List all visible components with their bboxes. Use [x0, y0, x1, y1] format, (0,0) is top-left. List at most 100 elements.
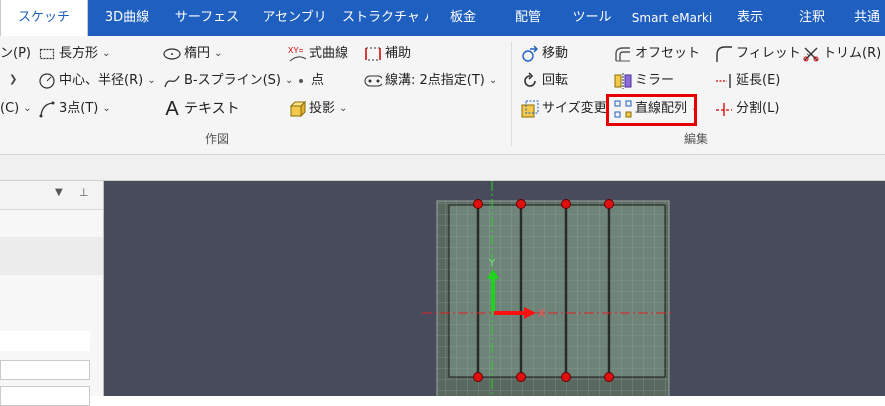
mirror-icon — [614, 72, 632, 90]
3d-viewport[interactable]: Y X — [104, 181, 885, 396]
ribbon-tab-bar: スケッチ 3D曲線 サーフェス アセンブリ ストラクチャ パ 板金 配管 ツール… — [0, 0, 885, 37]
slot-icon — [364, 72, 382, 90]
chevron-down-icon: ⌄ — [102, 48, 111, 59]
tab-3d-curve[interactable]: 3D曲線 — [87, 0, 167, 36]
construction-button[interactable]: 補助 — [364, 43, 411, 65]
split-button[interactable]: 分割(L) — [715, 98, 779, 120]
arc-three-point-label: 3点(T) — [59, 101, 99, 116]
line-sketch-label: 線溝: 2点指定(T) — [385, 73, 485, 88]
formula-curve-button[interactable]: XY= 式曲線 — [288, 43, 348, 65]
mirror-label: ミラー — [635, 73, 675, 88]
tab-sheet-metal[interactable]: 板金 — [428, 0, 498, 36]
chevron-down-icon: ⌄ — [214, 48, 223, 59]
point-icon — [294, 72, 308, 90]
resize-label: サイズ変更 — [542, 101, 607, 116]
mirror-button[interactable]: ミラー — [614, 70, 674, 92]
offset-button[interactable]: オフセット — [614, 43, 700, 65]
linear-pattern-highlight — [606, 94, 697, 126]
extend-label: 延長(E) — [736, 73, 781, 88]
formula-curve-label: 式曲線 — [309, 46, 349, 61]
tab-smart-emarkup[interactable]: Smart eMarki — [626, 0, 718, 36]
vertex[interactable] — [473, 372, 483, 382]
chevron-down-icon: ⌄ — [339, 103, 348, 114]
vertex[interactable] — [604, 372, 614, 382]
svg-text:XY=: XY= — [288, 46, 304, 55]
circle-center-radius-button[interactable]: 中心、半径(R) ⌄ — [38, 70, 156, 92]
text-button[interactable]: A テキスト — [163, 98, 239, 120]
vertex[interactable] — [604, 199, 614, 209]
panel-dropdown-icon[interactable]: ▼ — [55, 187, 63, 198]
tab-tools[interactable]: ツール — [558, 0, 626, 36]
trim-button[interactable]: トリム(R) — [802, 43, 881, 65]
bspline-button[interactable]: B-スプライン(S) ⌄ — [163, 70, 293, 92]
ellipse-label: 楕円 — [184, 46, 211, 61]
move-label: 移動 — [542, 46, 569, 61]
point-button[interactable]: 点 — [294, 70, 324, 92]
trim-icon — [802, 45, 820, 63]
sketch-canvas[interactable]: Y X — [104, 181, 885, 396]
x-axis-label: X — [538, 307, 546, 320]
chevron-down-icon: ⌄ — [23, 103, 32, 114]
panel-field[interactable] — [0, 386, 90, 406]
projection-label: 投影 — [309, 101, 336, 116]
tab-surface[interactable]: サーフェス — [167, 0, 247, 36]
tab-annotation[interactable]: 注釈 — [782, 0, 842, 36]
panel-field[interactable] — [0, 360, 90, 380]
point-label: 点 — [311, 73, 325, 88]
formula-curve-icon: XY= — [288, 45, 306, 63]
line-tool-label: ン(P) — [0, 46, 31, 61]
move-icon — [521, 45, 539, 63]
chevron-down-icon: ⌄ — [102, 103, 111, 114]
ribbon-panel: ン(P) ❯ (C) ⌄ 長方形 ⌄ 中心、半径(R) ⌄ 3点(T) ⌄ 楕円… — [0, 36, 885, 155]
rectangle-label: 長方形 — [59, 46, 99, 61]
panel-row[interactable] — [0, 331, 90, 351]
bspline-label: B-スプライン(S) — [184, 73, 282, 88]
vertex[interactable] — [561, 199, 571, 209]
sketch-profile-grid — [449, 205, 665, 377]
extend-button[interactable]: 延長(E) — [715, 70, 780, 92]
resize-button[interactable]: サイズ変更 — [521, 98, 607, 120]
circle-icon — [38, 72, 56, 90]
rectangle-button[interactable]: 長方形 ⌄ — [38, 43, 110, 65]
rotate-button[interactable]: 回転 — [521, 70, 568, 92]
edit-group-label: 編集 — [684, 132, 709, 146]
fillet-button[interactable]: フィレット ⌄ — [715, 43, 813, 65]
panel-header: ▼ ⊥ — [0, 181, 103, 210]
chevron-down-icon: ❯ — [9, 74, 18, 85]
resize-icon — [521, 100, 539, 118]
split-icon — [715, 100, 733, 118]
line-sketch-button[interactable]: 線溝: 2点指定(T) ⌄ — [364, 70, 497, 92]
vertex[interactable] — [473, 199, 483, 209]
projection-icon — [288, 100, 306, 118]
ribbon-bottom-strip — [0, 155, 885, 181]
conic-tool[interactable]: (C) ⌄ — [0, 98, 32, 120]
projection-button[interactable]: 投影 ⌄ — [288, 98, 347, 120]
tab-piping[interactable]: 配管 — [498, 0, 558, 36]
y-axis-label: Y — [488, 258, 496, 269]
tab-sketch[interactable]: スケッチ — [0, 0, 88, 37]
vertex[interactable] — [516, 372, 526, 382]
construction-icon — [364, 45, 382, 63]
vertex[interactable] — [516, 199, 526, 209]
tab-display[interactable]: 表示 — [718, 0, 782, 36]
ellipse-icon — [163, 45, 181, 63]
arc-three-point-button[interactable]: 3点(T) ⌄ — [38, 98, 111, 120]
rotate-label: 回転 — [542, 73, 569, 88]
move-button[interactable]: 移動 — [521, 43, 568, 65]
fillet-label: フィレット — [736, 46, 801, 61]
spline-icon — [163, 72, 181, 90]
vertex[interactable] — [561, 372, 571, 382]
tab-common[interactable]: 共通 — [842, 0, 885, 36]
circle-center-radius-label: 中心、半径(R) — [59, 73, 144, 88]
offset-label: オフセット — [635, 46, 701, 61]
offset-icon — [614, 45, 632, 63]
construction-label: 補助 — [385, 46, 412, 61]
line-tool[interactable]: ン(P) — [0, 43, 31, 65]
col1-dropdown[interactable]: ❯ — [5, 69, 17, 91]
pin-icon[interactable]: ⊥ — [79, 186, 89, 199]
rectangle-icon — [38, 45, 56, 63]
tab-assembly[interactable]: アセンブリ — [247, 0, 342, 36]
text-icon: A — [165, 98, 179, 120]
ellipse-button[interactable]: 楕円 ⌄ — [163, 43, 222, 65]
tab-structure[interactable]: ストラクチャ パ — [342, 0, 428, 36]
